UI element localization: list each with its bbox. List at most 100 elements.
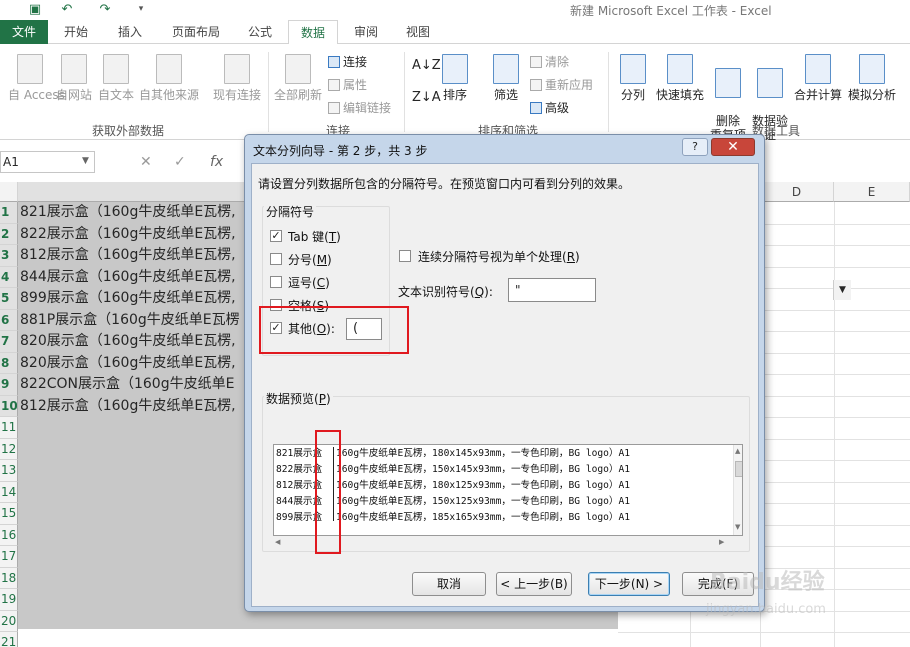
comma-delimiter-checkbox[interactable]	[270, 276, 282, 288]
from-text-button[interactable]: 自文本	[96, 54, 136, 103]
next-button[interactable]: 下一步(N) >	[588, 572, 670, 596]
insert-function-icon[interactable]: fx	[210, 154, 223, 170]
edit-links-button[interactable]: 编辑链接	[328, 99, 391, 116]
web-icon	[61, 54, 87, 84]
row-header[interactable]: 18	[0, 567, 18, 589]
cancel-icon[interactable]: ✕	[140, 154, 152, 170]
row-header[interactable]: 16	[0, 524, 18, 546]
text-qualifier-select[interactable]: " ▼	[508, 278, 851, 302]
what-if-analysis-button[interactable]: 模拟分析	[846, 54, 898, 103]
advanced-button[interactable]: 高级	[530, 99, 569, 116]
enter-icon[interactable]: ✓	[174, 154, 186, 170]
sort-button[interactable]: 排序	[436, 54, 474, 103]
row-header[interactable]: 11	[0, 417, 18, 439]
save-icon[interactable]: ▣	[26, 1, 44, 18]
baidu-watermark: Baidu经验 jingyan.baidu.com	[700, 558, 900, 638]
row-header[interactable]: 10	[0, 395, 18, 417]
access-icon	[17, 54, 43, 84]
undo-icon[interactable]: ↶	[58, 1, 76, 18]
flash-fill-button[interactable]: 快速填充	[654, 54, 706, 103]
help-button[interactable]: ?	[682, 138, 708, 156]
cell-a7[interactable]: 820展示盒（160g牛皮纸单E瓦楞,	[20, 331, 250, 353]
name-box[interactable]: A1	[0, 151, 95, 173]
column-header-e[interactable]: E	[834, 182, 910, 202]
from-access-button[interactable]: 自 Access	[8, 54, 65, 103]
tab-page-layout[interactable]: 页面布局	[160, 20, 232, 44]
group-separator	[608, 52, 609, 132]
tab-formulas[interactable]: 公式	[240, 20, 280, 44]
reapply-icon	[530, 79, 542, 91]
cell-a8[interactable]: 820展示盒（160g牛皮纸单E瓦楞,	[20, 353, 250, 375]
customize-icon[interactable]: ▾	[132, 1, 150, 18]
refresh-icon	[285, 54, 311, 84]
filter-button[interactable]: 筛选	[486, 54, 526, 103]
cell-a10[interactable]: 812展示盒（160g牛皮纸单E瓦楞,	[20, 396, 250, 418]
back-button[interactable]: < 上一步(B)	[496, 572, 572, 596]
select-all-corner[interactable]	[0, 182, 18, 202]
tab-review[interactable]: 审阅	[344, 20, 388, 44]
connections-button[interactable]: 连接	[328, 53, 367, 70]
scroll-right-icon[interactable]: ▶	[719, 538, 724, 546]
row-header[interactable]: 4	[0, 266, 18, 288]
chevron-down-icon[interactable]: ▼	[833, 280, 851, 300]
scroll-left-icon[interactable]: ◀	[275, 538, 280, 546]
row-header[interactable]: 14	[0, 481, 18, 503]
tab-data[interactable]: 数据	[288, 20, 338, 45]
row-header[interactable]: 1	[0, 202, 18, 224]
redo-icon[interactable]: ↷	[96, 1, 114, 18]
remove-duplicates-button[interactable]: 删除 重复项	[708, 54, 748, 142]
cell-a4[interactable]: 844展示盒（160g牛皮纸单E瓦楞,	[20, 267, 250, 289]
scroll-down-icon[interactable]: ▼	[735, 523, 740, 531]
cell-a3[interactable]: 812展示盒（160g牛皮纸单E瓦楞,	[20, 245, 250, 267]
row-header[interactable]: 19	[0, 589, 18, 611]
cell-a5[interactable]: 899展示盒（160g牛皮纸单E瓦楞,	[20, 288, 250, 310]
row-header[interactable]: 13	[0, 460, 18, 482]
tab-view[interactable]: 视图	[396, 20, 440, 44]
tab-file[interactable]: 文件	[0, 20, 48, 44]
row-header[interactable]: 2	[0, 223, 18, 245]
row-header[interactable]: 3	[0, 245, 18, 267]
cell-a1[interactable]: 821展示盒（160g牛皮纸单E瓦楞,	[20, 202, 250, 224]
cell-a6[interactable]: 881P展示盒（160g牛皮纸单E瓦楞	[20, 310, 250, 332]
tab-insert[interactable]: 插入	[108, 20, 152, 44]
row-header[interactable]: 15	[0, 503, 18, 525]
tab-delimiter-checkbox[interactable]: ✓	[270, 230, 282, 242]
consecutive-delimiters-checkbox[interactable]	[399, 250, 411, 262]
cell-a2[interactable]: 822展示盒（160g牛皮纸单E瓦楞,	[20, 224, 250, 246]
highlight-box	[315, 430, 341, 554]
tab-home[interactable]: 开始	[54, 20, 98, 44]
refresh-all-button[interactable]: 全部刷新	[272, 54, 324, 103]
preview-vertical-scrollbar[interactable]: ▲ ▼	[733, 445, 742, 535]
name-box-dropdown-icon[interactable]: ▼	[82, 156, 89, 166]
row-header[interactable]: 7	[0, 331, 18, 353]
cancel-button[interactable]: 取消	[412, 572, 486, 596]
properties-button[interactable]: 属性	[328, 76, 367, 93]
data-preview-box[interactable]: 821展示盒 160g牛皮纸单E瓦楞，180x145x93mm，一专色印刷，BG …	[273, 444, 743, 536]
excel-window: ▣ ↶ ↷ ▾ 新建 Microsoft Excel 工作表 - Excel 文…	[0, 0, 910, 647]
semicolon-delimiter-checkbox[interactable]	[270, 253, 282, 265]
consolidate-button[interactable]: 合并计算	[792, 54, 844, 103]
existing-connections-button[interactable]: 现有连接	[210, 54, 264, 103]
clear-button[interactable]: 清除	[530, 53, 569, 70]
row-header[interactable]: 12	[0, 438, 18, 460]
row-header[interactable]: 17	[0, 546, 18, 568]
column-header-d[interactable]: D	[760, 182, 834, 202]
dialog-title: 文本分列向导 - 第 2 步，共 3 步	[253, 144, 428, 158]
close-button[interactable]: ✕	[711, 138, 755, 156]
row-header[interactable]: 5	[0, 288, 18, 310]
preview-horizontal-scrollbar[interactable]: ◀ ▶	[273, 536, 731, 550]
row-header[interactable]: 20	[0, 610, 18, 632]
scroll-thumb[interactable]	[735, 461, 742, 477]
cell-a9[interactable]: 822CON展示盒（160g牛皮纸单E	[20, 374, 250, 396]
scroll-up-icon[interactable]: ▲	[735, 447, 740, 455]
row-header[interactable]: 9	[0, 374, 18, 396]
row-header[interactable]: 6	[0, 309, 18, 331]
from-other-sources-button[interactable]: 自其他来源	[138, 54, 200, 103]
reapply-button[interactable]: 重新应用	[530, 76, 593, 93]
row-header[interactable]: 21	[0, 632, 18, 647]
what-if-icon	[859, 54, 885, 84]
row-header[interactable]: 8	[0, 352, 18, 374]
from-web-button[interactable]: 自网站	[54, 54, 94, 103]
text-to-columns-button[interactable]: 分列	[614, 54, 652, 103]
data-validation-icon	[757, 68, 783, 98]
